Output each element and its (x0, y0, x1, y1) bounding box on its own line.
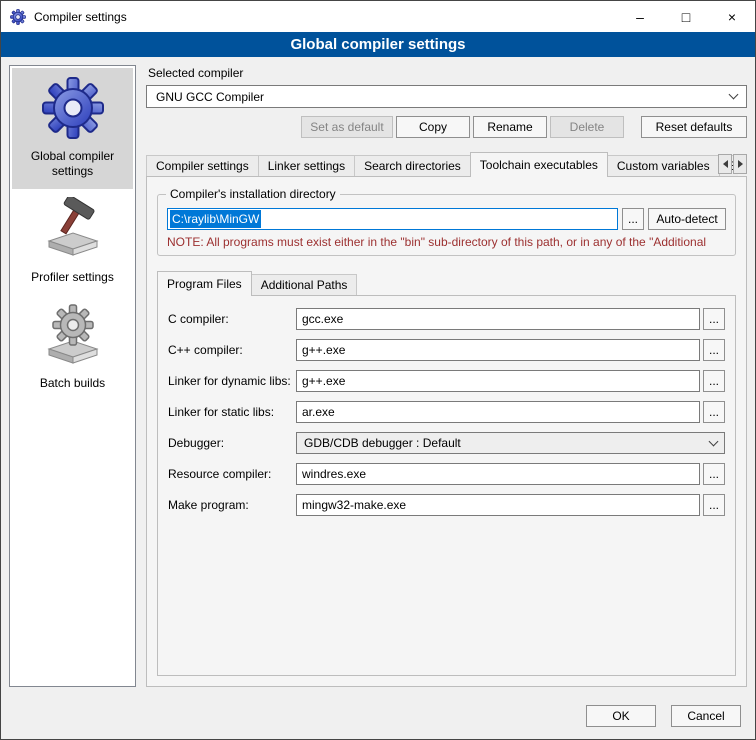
resource-compiler-label: Resource compiler: (168, 467, 296, 481)
resource-compiler-browse-button[interactable]: ... (703, 463, 725, 485)
dynamic-linker-label: Linker for dynamic libs: (168, 374, 296, 388)
field-row-debugger: Debugger: GDB/CDB debugger : Default (168, 432, 725, 454)
make-program-input[interactable] (296, 494, 700, 516)
toolchain-executables-panel: Compiler's installation directory C:\ray… (146, 176, 747, 687)
profiler-tool-icon (41, 197, 105, 261)
field-row-resource-compiler: Resource compiler: ... (168, 463, 725, 485)
cpp-compiler-input[interactable] (296, 339, 700, 361)
field-row-c-compiler: C compiler: ... (168, 308, 725, 330)
program-files-panel: C compiler: ... C++ compiler: ... Linker… (157, 295, 736, 676)
tab-additional-paths[interactable]: Additional Paths (251, 274, 358, 295)
window-controls: – □ × (617, 1, 755, 32)
install-dir-browse-button[interactable]: ... (622, 208, 644, 230)
installation-directory-title: Compiler's installation directory (166, 187, 340, 201)
field-row-cpp-compiler: C++ compiler: ... (168, 339, 725, 361)
static-linker-label: Linker for static libs: (168, 405, 296, 419)
tab-scrollers (718, 154, 747, 174)
dynamic-linker-browse-button[interactable]: ... (703, 370, 725, 392)
sidebar-item-profiler-settings[interactable]: Profiler settings (12, 189, 133, 295)
tab-toolchain-executables[interactable]: Toolchain executables (470, 152, 608, 177)
close-button[interactable]: × (709, 1, 755, 32)
sidebar-item-label: Batch builds (40, 376, 105, 391)
set-as-default-button[interactable]: Set as default (301, 116, 393, 138)
tab-program-files[interactable]: Program Files (157, 271, 252, 296)
selected-compiler-label: Selected compiler (148, 66, 747, 80)
sidebar: Global compiler settings Profiler settin… (9, 65, 136, 687)
install-dir-selected-text: C:\raylib\MinGW (170, 210, 261, 228)
installation-directory-groupbox: Compiler's installation directory C:\ray… (157, 194, 736, 256)
gray-gear-stack-icon (41, 303, 105, 367)
tab-linker-settings[interactable]: Linker settings (258, 155, 355, 176)
reset-defaults-button[interactable]: Reset defaults (641, 116, 747, 138)
field-row-static-linker: Linker for static libs: ... (168, 401, 725, 423)
tab-search-directories[interactable]: Search directories (354, 155, 471, 176)
install-dir-input[interactable]: C:\raylib\MinGW (167, 208, 618, 230)
debugger-label: Debugger: (168, 436, 296, 450)
make-program-label: Make program: (168, 498, 296, 512)
spacer (146, 116, 298, 138)
chevron-down-icon (709, 436, 719, 446)
copy-button[interactable]: Copy (396, 116, 470, 138)
left-arrow-icon (723, 160, 728, 168)
field-row-make-program: Make program: ... (168, 494, 725, 516)
installation-directory-row: C:\raylib\MinGW ... Auto-detect (167, 208, 726, 230)
program-files-tabstrip: Program Files Additional Paths (157, 271, 736, 295)
ok-button[interactable]: OK (586, 705, 656, 727)
settings-tabstrip: Compiler settings Linker settings Search… (146, 151, 747, 176)
page-title: Global compiler settings (1, 32, 755, 57)
sidebar-item-label: Global compiler settings (15, 149, 130, 179)
debugger-select-value: GDB/CDB debugger : Default (304, 436, 461, 450)
sidebar-item-batch-builds[interactable]: Batch builds (12, 295, 133, 401)
static-linker-input[interactable] (296, 401, 700, 423)
titlebar: Compiler settings – □ × (1, 1, 755, 32)
note-text: NOTE: All programs must exist either in … (167, 235, 726, 249)
right-arrow-icon (738, 160, 743, 168)
cpp-compiler-browse-button[interactable]: ... (703, 339, 725, 361)
tab-scroll-left-button[interactable] (718, 154, 732, 174)
rename-button[interactable]: Rename (473, 116, 547, 138)
field-row-dynamic-linker: Linker for dynamic libs: ... (168, 370, 725, 392)
tab-scroll-right-button[interactable] (733, 154, 747, 174)
sidebar-item-label: Profiler settings (31, 270, 114, 285)
debugger-select[interactable]: GDB/CDB debugger : Default (296, 432, 725, 454)
resource-compiler-input[interactable] (296, 463, 700, 485)
selected-compiler-combo[interactable]: GNU GCC Compiler (146, 85, 747, 108)
window-title: Compiler settings (34, 10, 127, 24)
c-compiler-label: C compiler: (168, 312, 296, 326)
dialog-footer: OK Cancel (1, 693, 755, 739)
c-compiler-browse-button[interactable]: ... (703, 308, 725, 330)
delete-button[interactable]: Delete (550, 116, 624, 138)
chevron-down-icon (729, 90, 739, 100)
dialog-body: Global compiler settings Profiler settin… (1, 57, 755, 693)
tab-custom-variables[interactable]: Custom variables (607, 155, 720, 176)
maximize-button[interactable]: □ (663, 1, 709, 32)
app-gear-icon (10, 9, 26, 25)
cancel-button[interactable]: Cancel (671, 705, 741, 727)
tab-compiler-settings[interactable]: Compiler settings (146, 155, 259, 176)
compiler-buttons-row: Set as default Copy Rename Delete Reset … (146, 116, 747, 138)
auto-detect-button[interactable]: Auto-detect (648, 208, 726, 230)
cpp-compiler-label: C++ compiler: (168, 343, 296, 357)
blue-gear-icon (41, 76, 105, 140)
static-linker-browse-button[interactable]: ... (703, 401, 725, 423)
minimize-button[interactable]: – (617, 1, 663, 32)
compiler-settings-window: Compiler settings – □ × Global compiler … (0, 0, 756, 740)
dynamic-linker-input[interactable] (296, 370, 700, 392)
make-program-browse-button[interactable]: ... (703, 494, 725, 516)
sidebar-item-global-compiler-settings[interactable]: Global compiler settings (12, 68, 133, 189)
selected-compiler-value: GNU GCC Compiler (156, 90, 264, 104)
main-panel: Selected compiler GNU GCC Compiler Set a… (146, 65, 747, 687)
c-compiler-input[interactable] (296, 308, 700, 330)
